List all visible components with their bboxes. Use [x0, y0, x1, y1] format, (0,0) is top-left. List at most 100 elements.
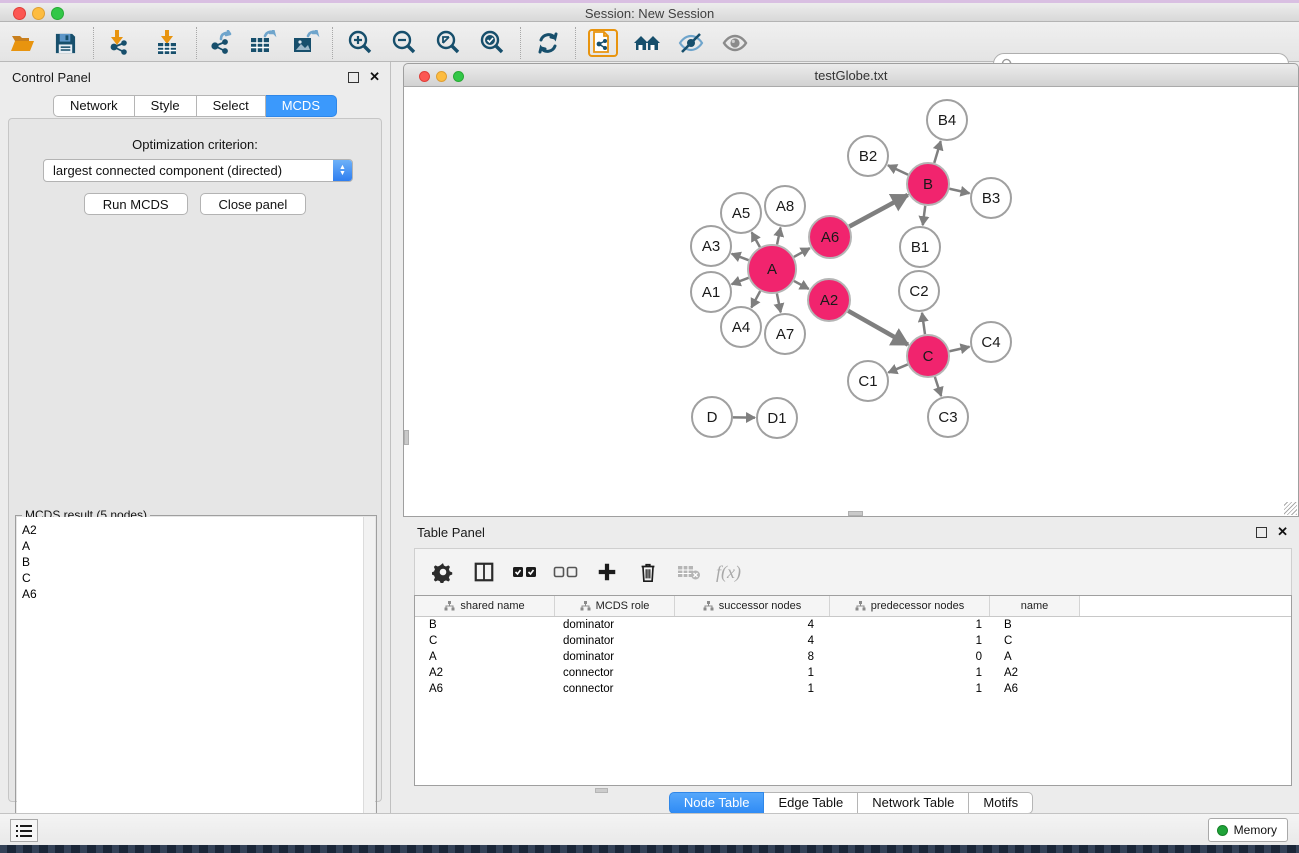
- zoom-out-icon[interactable]: [389, 29, 419, 57]
- graph-edge-C-C3[interactable]: [935, 377, 941, 396]
- graph-edge-A-A4[interactable]: [751, 291, 760, 308]
- table-cell[interactable]: 1: [675, 667, 830, 679]
- table-row[interactable]: A6connector11A6: [415, 681, 1291, 697]
- criterion-dropdown[interactable]: largest connected component (directed) ▲…: [43, 159, 353, 182]
- graph-edge-C-C2[interactable]: [922, 313, 925, 334]
- control-panel-close-icon[interactable]: ✕: [369, 69, 380, 85]
- zoom-selected-icon[interactable]: [477, 29, 507, 57]
- refresh-icon[interactable]: [533, 29, 563, 57]
- graph-edge-B-B2[interactable]: [888, 165, 908, 174]
- mcds-result-item[interactable]: A6: [17, 586, 363, 602]
- table-cell[interactable]: C: [415, 635, 555, 647]
- network-vertical-scrollbar[interactable]: [404, 430, 409, 445]
- main-titlebar[interactable]: Session: New Session: [0, 3, 1299, 22]
- node-table[interactable]: shared name MCDS role successor nodes pr…: [414, 595, 1292, 786]
- graph-edge-B-B4[interactable]: [934, 141, 940, 163]
- column-header-name[interactable]: name: [990, 596, 1080, 616]
- table-cell[interactable]: 1: [675, 683, 830, 695]
- graph-edge-A-A5[interactable]: [752, 232, 760, 247]
- table-cell[interactable]: dominator: [555, 635, 675, 647]
- table-cell[interactable]: C: [990, 635, 1080, 647]
- network-file-icon[interactable]: [588, 29, 618, 57]
- deselect-checkboxes-icon[interactable]: [552, 558, 580, 586]
- import-network-icon[interactable]: [104, 29, 134, 57]
- split-panel-icon[interactable]: [470, 558, 498, 586]
- table-cell[interactable]: 4: [675, 635, 830, 647]
- table-row[interactable]: Bdominator41B: [415, 617, 1291, 633]
- table-cell[interactable]: A2: [990, 667, 1080, 679]
- tab-select[interactable]: Select: [197, 95, 266, 117]
- graph-edge-C-C1[interactable]: [888, 364, 907, 372]
- tab-edge-table[interactable]: Edge Table: [764, 792, 858, 814]
- mcds-result-item[interactable]: A2: [17, 522, 363, 538]
- save-session-icon[interactable]: [50, 29, 80, 57]
- export-table-icon[interactable]: [248, 29, 278, 57]
- table-row[interactable]: A2connector11A2: [415, 665, 1291, 681]
- delete-icon[interactable]: [634, 558, 662, 586]
- graph-edge-C-C4[interactable]: [949, 347, 969, 351]
- network-window-titlebar[interactable]: testGlobe.txt: [403, 63, 1299, 87]
- zoom-in-icon[interactable]: [345, 29, 375, 57]
- network-resize-grip[interactable]: [1284, 502, 1297, 515]
- graph-edge-A-A7[interactable]: [777, 294, 781, 313]
- graph-edge-A-A1[interactable]: [732, 278, 749, 284]
- network-horizontal-scrollbar[interactable]: [848, 511, 863, 516]
- graph-edge-A-A6[interactable]: [794, 248, 810, 257]
- table-cell[interactable]: 1: [830, 619, 990, 631]
- tab-style[interactable]: Style: [135, 95, 197, 117]
- graph-edge-B-B3[interactable]: [949, 189, 969, 193]
- column-header-shared-name[interactable]: shared name: [415, 596, 555, 616]
- table-cell[interactable]: dominator: [555, 619, 675, 631]
- add-column-icon[interactable]: [593, 558, 621, 586]
- table-panel-close-icon[interactable]: ✕: [1277, 524, 1288, 540]
- tab-network[interactable]: Network: [53, 95, 135, 117]
- table-cell[interactable]: 0: [830, 651, 990, 663]
- overview-houses-icon[interactable]: [632, 29, 662, 57]
- network-canvas[interactable]: AA1A2A3A4A5A6A7A8BB1B2B3B4CC1C2C3C4DD1: [403, 87, 1299, 517]
- graph-edge-A-A2[interactable]: [794, 281, 809, 289]
- graph-edge-A-A8[interactable]: [777, 228, 781, 245]
- close-panel-button[interactable]: Close panel: [200, 193, 307, 215]
- open-session-icon[interactable]: [8, 29, 38, 57]
- table-cell[interactable]: 4: [675, 619, 830, 631]
- mcds-result-scrollbar[interactable]: [363, 517, 375, 853]
- graph-edge-B-B1[interactable]: [923, 206, 925, 225]
- table-cell[interactable]: A: [415, 651, 555, 663]
- table-cell[interactable]: B: [415, 619, 555, 631]
- mcds-result-item[interactable]: B: [17, 554, 363, 570]
- mcds-result-list[interactable]: A2ABCA6: [17, 517, 363, 853]
- table-cell[interactable]: connector: [555, 667, 675, 679]
- table-cell[interactable]: dominator: [555, 651, 675, 663]
- memory-button[interactable]: Memory: [1208, 818, 1288, 842]
- mcds-result-item[interactable]: A: [17, 538, 363, 554]
- graph-edge-A2-C[interactable]: [848, 311, 908, 345]
- zoom-fit-icon[interactable]: [433, 29, 463, 57]
- table-cell[interactable]: connector: [555, 683, 675, 695]
- table-cell[interactable]: 8: [675, 651, 830, 663]
- import-table-icon[interactable]: [152, 29, 182, 57]
- table-cell[interactable]: 1: [830, 683, 990, 695]
- task-history-button[interactable]: [10, 819, 38, 842]
- table-cell[interactable]: 1: [830, 667, 990, 679]
- gear-icon[interactable]: [429, 558, 457, 586]
- table-cell[interactable]: A6: [415, 683, 555, 695]
- export-network-icon[interactable]: [206, 29, 236, 57]
- table-panel-float-icon[interactable]: [1256, 527, 1267, 538]
- tab-mcds[interactable]: MCDS: [266, 95, 337, 117]
- table-cell[interactable]: B: [990, 619, 1080, 631]
- mcds-result-item[interactable]: C: [17, 570, 363, 586]
- birdseye-icon[interactable]: [720, 29, 750, 57]
- tab-motifs[interactable]: Motifs: [969, 792, 1033, 814]
- tab-network-table[interactable]: Network Table: [858, 792, 969, 814]
- control-panel-float-icon[interactable]: [348, 72, 359, 83]
- table-cell[interactable]: A2: [415, 667, 555, 679]
- table-cell[interactable]: A: [990, 651, 1080, 663]
- run-mcds-button[interactable]: Run MCDS: [84, 193, 188, 215]
- export-image-icon[interactable]: [291, 29, 321, 57]
- column-header-mcds-role[interactable]: MCDS role: [555, 596, 675, 616]
- table-row[interactable]: Adominator80A: [415, 649, 1291, 665]
- column-header-predecessor-nodes[interactable]: predecessor nodes: [830, 596, 990, 616]
- graph-edge-A-A3[interactable]: [732, 254, 749, 260]
- table-cell[interactable]: A6: [990, 683, 1080, 695]
- graph-edge-A6-B[interactable]: [849, 195, 907, 227]
